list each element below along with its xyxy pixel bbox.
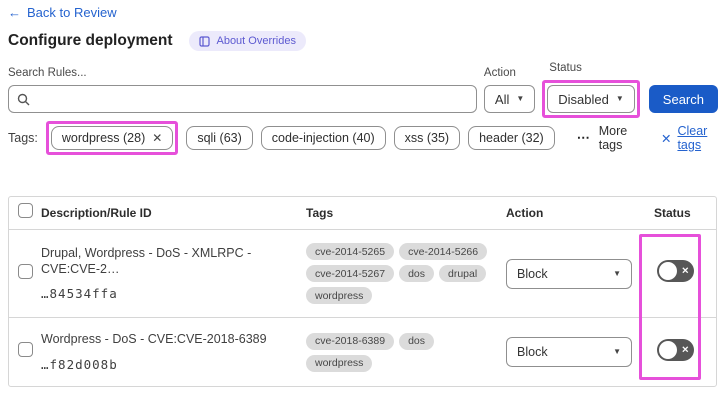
rule-tag-pill: cve-2014-5265	[306, 243, 395, 260]
ellipsis-icon: ⋯	[576, 130, 591, 145]
search-button[interactable]: Search	[648, 85, 718, 113]
column-header-status: Status	[654, 206, 691, 220]
action-select-value: Block	[517, 266, 548, 281]
rule-tag-pill: drupal	[439, 265, 487, 282]
action-dropdown[interactable]: All ▼	[483, 85, 536, 113]
clear-tags-button[interactable]: ✕ Clear tags	[661, 124, 718, 152]
status-label: Status	[549, 62, 582, 74]
remove-tag-icon[interactable]: ✕	[152, 131, 162, 145]
toggle-knob	[659, 340, 677, 359]
status-dropdown-value: Disabled	[558, 91, 609, 107]
status-dropdown-highlight-box: Disabled ▼	[542, 80, 640, 118]
more-tags-button[interactable]: ⋯ More tags	[577, 124, 637, 152]
chevron-down-icon: ▼	[613, 268, 621, 278]
more-tags-label: More tags	[598, 124, 628, 152]
page-title: Configure deployment	[8, 32, 173, 49]
rule-tag-pill: dos	[399, 332, 434, 350]
status-toggle[interactable]: ✕	[657, 260, 694, 282]
about-overrides-label: About Overrides	[216, 35, 296, 47]
selected-tag-highlight-box: wordpress (28) ✕	[45, 121, 179, 155]
search-input-container[interactable]	[8, 85, 477, 113]
tags-label: Tags:	[8, 131, 38, 145]
tag-chip[interactable]: xss (35)	[393, 126, 461, 150]
chevron-down-icon: ▼	[613, 347, 621, 356]
rule-tag-pill: cve-2014-5266	[399, 243, 488, 260]
column-header-action: Action	[506, 206, 544, 220]
action-label: Action	[483, 67, 516, 79]
toggle-knob	[659, 262, 677, 280]
select-all-checkbox[interactable]	[18, 203, 33, 218]
table-row: Drupal, Wordpress - DoS - XMLRPC - CVE:C…	[9, 230, 716, 318]
rule-id: …f82d008b	[41, 356, 118, 372]
chevron-down-icon: ▼	[615, 94, 624, 103]
rule-tag-pill: dos	[399, 265, 434, 282]
clear-x-icon: ✕	[660, 131, 672, 146]
tags-row: Tags: wordpress (28) ✕ sqli (63) code-inj…	[8, 121, 718, 155]
clear-tags-label: Clear tags	[677, 124, 708, 152]
column-header-tags: Tags	[306, 206, 334, 220]
table-header-row: Description/Rule ID Tags Action Status	[9, 197, 716, 230]
row-checkbox[interactable]	[18, 263, 33, 279]
action-select-value: Block	[517, 345, 548, 359]
column-header-description: Description/Rule ID	[41, 206, 152, 220]
rule-id: …84534ffa	[41, 286, 118, 302]
toggle-off-x-icon: ✕	[681, 344, 689, 354]
action-select[interactable]: Block ▼	[506, 337, 632, 367]
tag-chip[interactable]: header (32)	[468, 126, 555, 150]
back-arrow-icon: ←	[8, 5, 21, 20]
search-rules-label: Search Rules...	[8, 67, 87, 79]
chevron-down-icon: ▼	[516, 94, 525, 103]
rules-table: Description/Rule ID Tags Action Status D…	[8, 196, 717, 387]
action-filter-group: Action All ▼	[483, 67, 536, 113]
rule-description: Drupal, Wordpress - DoS - XMLRPC - CVE:C…	[41, 245, 252, 276]
rule-tag-pills: cve-2018-6389 dos wordpress	[306, 332, 498, 372]
rule-tag-pill: cve-2014-5267	[306, 265, 395, 282]
tag-chip[interactable]: sqli (63)	[186, 126, 253, 150]
book-icon	[199, 35, 211, 47]
back-link-label: Back to Review	[27, 5, 117, 20]
toggle-off-x-icon: ✕	[681, 265, 689, 276]
status-dropdown[interactable]: Disabled ▼	[547, 85, 635, 113]
selected-tag-chip[interactable]: wordpress (28) ✕	[50, 126, 174, 150]
about-overrides-badge[interactable]: About Overrides	[189, 31, 306, 51]
filter-row: Search Rules... Action All ▼ Status Disa…	[8, 62, 718, 118]
action-dropdown-value: All	[494, 91, 510, 107]
status-filter-group: Status Disabled ▼	[542, 62, 640, 118]
rule-tag-pills: cve-2014-5265 cve-2014-5266 cve-2014-5267 d…	[306, 243, 498, 304]
row-checkbox[interactable]	[18, 342, 33, 357]
configure-deployment-page: ← Back to Review Configure deployment Ab…	[0, 0, 725, 406]
rule-tag-pill: cve-2018-6389	[306, 332, 395, 350]
selected-tag-label: wordpress (28)	[61, 131, 146, 145]
search-input[interactable]	[36, 91, 468, 107]
tag-chip-list: sqli (63) code-injection (40) xss (35) head…	[186, 126, 555, 150]
search-group: Search Rules...	[8, 67, 477, 113]
tag-chip[interactable]: code-injection (40)	[260, 126, 386, 150]
rule-tag-pill: wordpress	[306, 287, 373, 304]
status-toggle[interactable]: ✕	[657, 338, 694, 361]
rule-description: Wordpress - DoS - CVE:CVE-2018-6389	[41, 332, 267, 347]
rule-tag-pill: wordpress	[306, 354, 373, 372]
heading-row: Configure deployment About Overrides	[8, 31, 306, 51]
back-to-review-link[interactable]: ← Back to Review	[8, 5, 117, 20]
action-select[interactable]: Block ▼	[506, 258, 632, 289]
search-icon	[17, 93, 30, 105]
table-row: Wordpress - DoS - CVE:CVE-2018-6389 …f82…	[9, 318, 716, 386]
